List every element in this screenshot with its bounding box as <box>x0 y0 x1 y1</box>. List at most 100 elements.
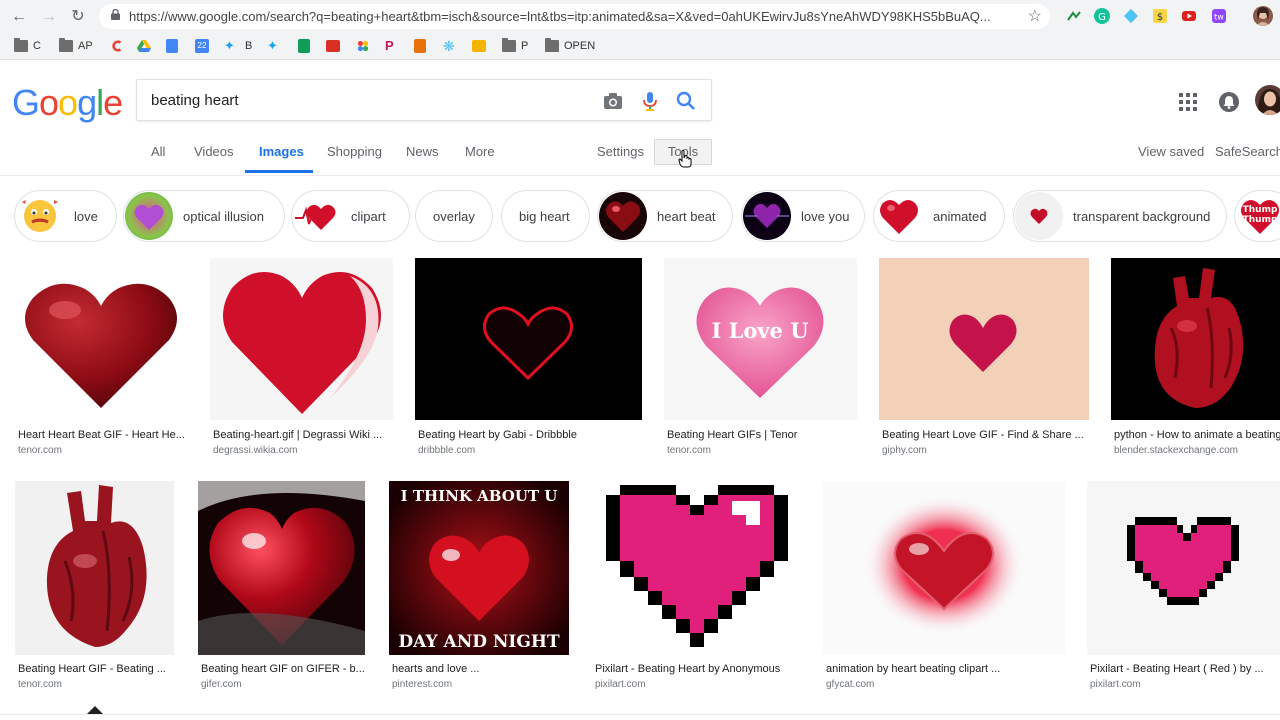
bookmark-drive[interactable] <box>137 38 156 54</box>
chip-overlay[interactable]: overlay <box>415 190 493 242</box>
pixel-heart-image <box>592 481 801 655</box>
lock-icon <box>111 9 120 20</box>
optical-illusion-thumbnail <box>125 192 173 240</box>
day-and-night-text: DAY AND NIGHT <box>398 632 560 652</box>
small-heart-thumbnail <box>1015 192 1063 240</box>
heart-image: I Love U <box>664 258 857 420</box>
c-logo-icon <box>112 40 122 52</box>
heart-image <box>879 258 1089 420</box>
twitter-icon: ✦ <box>267 38 278 53</box>
heart-image <box>198 481 365 655</box>
image-result[interactable]: Heart Heart Beat GIF - Heart He... tenor… <box>15 258 188 458</box>
image-result[interactable]: Beating heart GIF on GIFER - b... gifer.… <box>198 481 365 691</box>
user-avatar[interactable] <box>1255 85 1280 115</box>
heart-image <box>210 258 393 420</box>
anatomical-heart-image <box>15 481 174 655</box>
image-result[interactable]: Beating Heart by Gabi - Dribbble dribbbl… <box>415 258 642 458</box>
bookmark-folder-open[interactable]: OPEN <box>545 38 595 54</box>
reload-icon[interactable]: ↻ <box>67 6 89 28</box>
safesearch-link[interactable]: SafeSearch <box>1215 144 1280 159</box>
extension-icon[interactable] <box>1066 8 1082 24</box>
address-bar[interactable]: https://www.google.com/search?q=beating+… <box>99 4 1050 29</box>
bookmark-slides[interactable] <box>472 38 491 54</box>
bookmark-image[interactable] <box>326 38 345 54</box>
notifications-icon[interactable] <box>1219 92 1239 112</box>
bookmark-folder-ap[interactable]: AP <box>59 38 93 54</box>
image-result[interactable]: I THINK ABOUT U DAY AND NIGHT hearts and … <box>389 481 569 691</box>
chip-clipart[interactable]: clipart <box>291 190 410 242</box>
bookmark-calendar[interactable]: 22 <box>195 38 214 54</box>
bookmark-spark[interactable]: ❋ <box>443 38 462 54</box>
twitter-icon: ✦ <box>224 38 235 53</box>
chip-love[interactable]: love <box>14 190 117 242</box>
forward-icon[interactable]: → <box>38 6 60 28</box>
tab-more[interactable]: More <box>465 144 495 159</box>
calendar-icon: 22 <box>195 39 209 53</box>
image-result[interactable]: Beating Heart GIF - Beating ... tenor.co… <box>15 481 174 691</box>
tw-extension-icon[interactable]: tw <box>1211 8 1227 24</box>
profile-avatar[interactable] <box>1253 6 1273 26</box>
ekg-heart-thumbnail <box>293 192 341 240</box>
tab-news[interactable]: News <box>406 144 439 159</box>
chip-transparent-background[interactable]: transparent background <box>1013 190 1227 242</box>
image-icon <box>326 40 340 52</box>
bookmark-bag[interactable] <box>414 38 431 54</box>
url-text[interactable]: https://www.google.com/search?q=beating+… <box>129 9 1014 24</box>
svg-text:Thump: Thump <box>1243 205 1278 215</box>
image-result[interactable]: Pixilart - Beating Heart by Anonymous pi… <box>592 481 801 691</box>
bookmark-p[interactable]: P <box>385 38 404 54</box>
back-icon[interactable]: ← <box>8 6 30 28</box>
diamond-extension-icon[interactable] <box>1123 8 1139 24</box>
chip-big-heart[interactable]: big heart <box>501 190 590 242</box>
selected-result-caret-icon <box>87 706 103 714</box>
chip-optical-illusion[interactable]: optical illusion <box>123 190 285 242</box>
search-box[interactable]: beating heart <box>136 79 712 121</box>
folder-icon <box>14 38 28 52</box>
view-saved-link[interactable]: View saved <box>1138 144 1204 159</box>
bookmark-photos[interactable] <box>356 38 375 54</box>
chip-love-you[interactable]: love you <box>741 190 865 242</box>
image-result[interactable]: python - How to animate a beating heart … <box>1111 258 1280 458</box>
bookmark-c[interactable] <box>110 38 129 54</box>
folder-icon <box>59 38 73 52</box>
active-tab-indicator <box>245 170 313 173</box>
heart-image <box>15 258 188 420</box>
apps-grid-icon[interactable] <box>1179 93 1197 111</box>
tab-images[interactable]: Images <box>259 144 304 159</box>
camera-icon[interactable] <box>602 90 624 112</box>
tab-shopping[interactable]: Shopping <box>327 144 382 159</box>
folder-icon <box>502 38 516 52</box>
youtube-extension-icon[interactable] <box>1181 8 1197 24</box>
browser-toolbar: ← → ↻ https://www.google.com/search?q=be… <box>0 0 1280 33</box>
settings-link[interactable]: Settings <box>597 144 644 159</box>
bookmark-sheets[interactable] <box>298 38 315 54</box>
image-result[interactable]: Pixilart - Beating Heart ( Red ) by ... … <box>1087 481 1280 691</box>
chip-animated[interactable]: animated <box>873 190 1005 242</box>
search-input[interactable]: beating heart <box>151 92 239 109</box>
image-result[interactable]: Beating Heart Love GIF - Find & Share ..… <box>879 258 1089 458</box>
search-icon[interactable] <box>675 90 697 112</box>
bookmark-star-icon[interactable]: ☆ <box>1028 6 1042 26</box>
tab-videos[interactable]: Videos <box>194 144 234 159</box>
chip-thump-thump[interactable]: Thump Thump <box>1234 190 1280 242</box>
svg-text:tw: tw <box>1214 13 1224 22</box>
bookmark-folder-c[interactable]: C <box>14 38 41 54</box>
red-heart-thumbnail <box>875 192 923 240</box>
image-result[interactable]: I Love U Beating Heart GIFs | Tenor teno… <box>664 258 857 458</box>
microphone-icon[interactable] <box>639 90 661 112</box>
sheets-icon <box>298 39 310 53</box>
chip-heart-beat[interactable]: heart beat <box>597 190 733 242</box>
svg-text:G: G <box>1098 12 1106 23</box>
tab-all[interactable]: All <box>151 144 165 159</box>
image-result[interactable]: Beating-heart.gif | Degrassi Wiki ... de… <box>210 258 393 458</box>
bottom-divider <box>0 714 1280 715</box>
bookmark-docs[interactable] <box>166 38 183 54</box>
bookmark-b[interactable]: ✦ B <box>224 38 252 54</box>
money-extension-icon[interactable]: $ <box>1152 8 1168 24</box>
grammarly-icon[interactable]: G <box>1094 8 1110 24</box>
google-logo[interactable]: Google <box>12 82 123 124</box>
bookmark-folder-p[interactable]: P <box>502 38 528 54</box>
image-result[interactable]: animation by heart beating clipart ... g… <box>823 481 1065 691</box>
slides-icon <box>472 40 486 52</box>
bookmark-twitter[interactable]: ✦ <box>267 38 288 54</box>
